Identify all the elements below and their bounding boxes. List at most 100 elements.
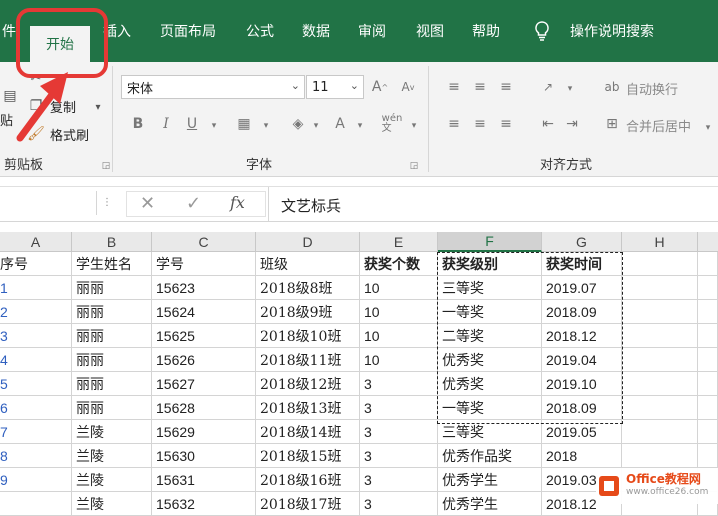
tell-me-search[interactable]: 操作说明搜索 (562, 0, 662, 62)
paste-label-partial[interactable]: 贴 (0, 110, 13, 129)
empty-cell[interactable] (698, 444, 718, 468)
table-cell[interactable]: 优秀学生 (438, 468, 542, 492)
font-color-icon[interactable]: A (330, 114, 350, 134)
table-cell[interactable]: 15623 (152, 276, 256, 300)
table-cell[interactable]: 2 (0, 300, 72, 324)
table-cell[interactable]: 15625 (152, 324, 256, 348)
table-cell[interactable]: 6 (0, 396, 72, 420)
underline-dropdown-icon[interactable]: ▾ (204, 116, 224, 136)
table-cell[interactable] (0, 492, 72, 516)
underline-button[interactable]: U (182, 114, 202, 134)
increase-indent-icon[interactable]: ⇥ (562, 114, 582, 134)
table-cell[interactable]: 15632 (152, 492, 256, 516)
empty-cell[interactable] (698, 252, 718, 276)
font-name-select[interactable]: 宋体 ⌄ (121, 75, 305, 99)
copy-dropdown-icon[interactable]: ▾ (88, 97, 108, 117)
empty-cell[interactable] (698, 300, 718, 324)
table-cell[interactable]: 15624 (152, 300, 256, 324)
decrease-indent-icon[interactable]: ⇤ (538, 114, 558, 134)
align-center-icon[interactable]: ≡ (470, 114, 490, 134)
empty-cell[interactable] (622, 348, 698, 372)
table-cell[interactable]: 优秀作品奖 (438, 444, 542, 468)
font-launcher-icon[interactable]: ◲ (404, 156, 424, 176)
align-bottom-icon[interactable]: ≡ (496, 77, 516, 97)
font-color-dropdown-icon[interactable]: ▾ (350, 116, 370, 136)
tab-help[interactable]: 帮助 (464, 0, 508, 62)
empty-cell[interactable] (622, 324, 698, 348)
table-cell[interactable]: 丽丽 (72, 300, 152, 324)
table-cell[interactable]: 2018级12班 (256, 372, 360, 396)
table-cell[interactable]: 一等奖 (438, 300, 542, 324)
enter-check-icon[interactable]: ✓ (186, 193, 201, 214)
wrap-text-button[interactable]: 自动换行 (626, 79, 678, 98)
table-cell[interactable]: 5 (0, 372, 72, 396)
table-cell[interactable]: 兰陵 (72, 444, 152, 468)
grow-font-icon[interactable]: A ^ (370, 77, 390, 97)
name-box[interactable] (0, 191, 97, 215)
phonetic-dropdown-icon[interactable]: ▾ (404, 116, 424, 136)
align-middle-icon[interactable]: ≡ (470, 77, 490, 97)
align-top-icon[interactable]: ≡ (444, 77, 464, 97)
empty-cell[interactable] (698, 372, 718, 396)
font-size-select[interactable]: 11 ⌄ (306, 75, 364, 99)
table-cell[interactable]: 3 (360, 396, 438, 420)
table-cell[interactable]: 2018级13班 (256, 396, 360, 420)
table-cell[interactable]: 3 (0, 324, 72, 348)
table-cell[interactable]: 2018级14班 (256, 420, 360, 444)
table-cell[interactable]: 15628 (152, 396, 256, 420)
table-cell[interactable]: 3 (360, 372, 438, 396)
table-cell[interactable]: 2019.07 (542, 276, 622, 300)
border-dropdown-icon[interactable]: ▾ (256, 116, 276, 136)
empty-cell[interactable] (622, 252, 698, 276)
table-cell[interactable]: 优秀奖 (438, 372, 542, 396)
table-cell[interactable]: 15629 (152, 420, 256, 444)
table-cell[interactable]: 优秀学生 (438, 492, 542, 516)
empty-cell[interactable] (622, 300, 698, 324)
table-cell[interactable]: 15631 (152, 468, 256, 492)
shrink-font-icon[interactable]: Av (398, 77, 418, 97)
border-icon[interactable]: ▦ (234, 114, 254, 134)
column-header-a[interactable]: A (0, 232, 72, 252)
table-cell[interactable]: 15630 (152, 444, 256, 468)
table-cell[interactable]: 丽丽 (72, 348, 152, 372)
fill-dropdown-icon[interactable]: ▾ (306, 116, 326, 136)
table-cell[interactable]: 3 (360, 420, 438, 444)
table-cell[interactable]: 二等奖 (438, 324, 542, 348)
header-cell[interactable]: 获奖个数 (360, 252, 438, 276)
cancel-icon[interactable]: ✕ (140, 193, 155, 214)
table-cell[interactable]: 2018.09 (542, 396, 622, 420)
column-header-e[interactable]: E (360, 232, 438, 252)
empty-cell[interactable] (698, 276, 718, 300)
clipboard-launcher-icon[interactable]: ◲ (96, 156, 116, 176)
wrap-text-icon[interactable]: ab (602, 77, 622, 97)
empty-cell[interactable] (622, 444, 698, 468)
table-cell[interactable]: 4 (0, 348, 72, 372)
tab-page-layout[interactable]: 页面布局 (150, 0, 226, 62)
column-header-d[interactable]: D (256, 232, 360, 252)
table-cell[interactable]: 15627 (152, 372, 256, 396)
table-cell[interactable]: 2018.12 (542, 324, 622, 348)
tab-formulas[interactable]: 公式 (238, 0, 282, 62)
table-cell[interactable]: 丽丽 (72, 372, 152, 396)
table-cell[interactable]: 2018级9班 (256, 300, 360, 324)
column-header-c[interactable]: C (152, 232, 256, 252)
tab-view[interactable]: 视图 (408, 0, 452, 62)
table-cell[interactable]: 2018 (542, 444, 622, 468)
insert-function-button[interactable]: fx (230, 193, 245, 212)
merge-dropdown-icon[interactable]: ▾ (698, 118, 718, 138)
orientation-dropdown-icon[interactable]: ▾ (560, 79, 580, 99)
column-header-g[interactable]: G (542, 232, 622, 252)
header-cell[interactable]: 学号 (152, 252, 256, 276)
header-cell[interactable]: 获奖级别 (438, 252, 542, 276)
table-cell[interactable]: 10 (360, 348, 438, 372)
header-cell[interactable]: 班级 (256, 252, 360, 276)
table-cell[interactable]: 2018级10班 (256, 324, 360, 348)
table-cell[interactable]: 兰陵 (72, 420, 152, 444)
merge-center-button[interactable]: 合并后居中 (626, 116, 691, 135)
column-header-b[interactable]: B (72, 232, 152, 252)
phonetic-icon[interactable]: wén 文 (380, 112, 404, 136)
table-cell[interactable]: 丽丽 (72, 324, 152, 348)
table-cell[interactable]: 10 (360, 324, 438, 348)
table-cell[interactable]: 3 (360, 492, 438, 516)
table-cell[interactable]: 2019.04 (542, 348, 622, 372)
